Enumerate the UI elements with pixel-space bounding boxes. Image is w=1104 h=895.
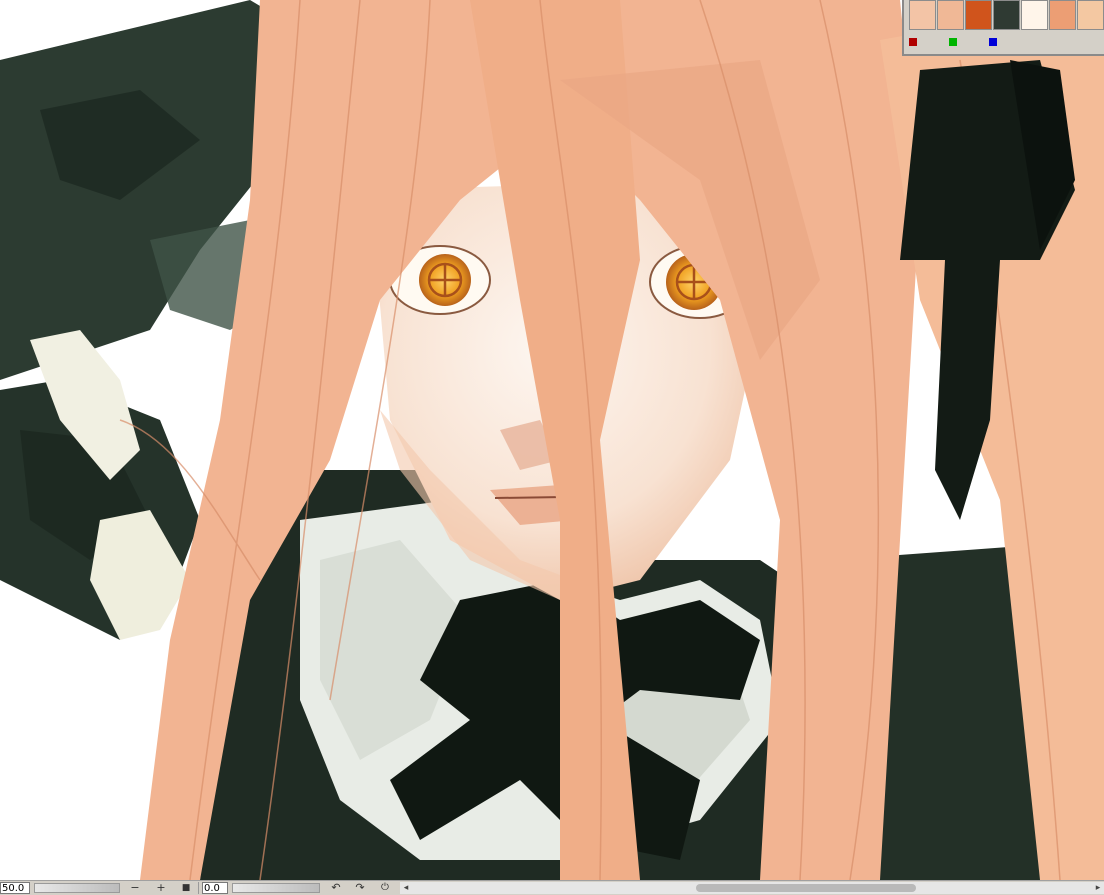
- rotate-right-button[interactable]: ↷: [351, 881, 369, 895]
- swatch-burnt-orange[interactable]: [965, 0, 992, 30]
- red-marker-icon[interactable]: [909, 38, 917, 46]
- swatch-salmon[interactable]: [1049, 0, 1076, 30]
- zoom-in-button[interactable]: +: [152, 881, 170, 895]
- swatch-row: [909, 0, 1104, 32]
- horizontal-scrollbar[interactable]: ◂ ▸: [400, 882, 1104, 894]
- status-bar: 50.0 − + ■ 0.0 ↶ ↷ ⏻ ◂ ▸: [0, 880, 1104, 895]
- swatch-tan-peach[interactable]: [1077, 0, 1104, 30]
- rotate-left-button[interactable]: ↶: [327, 881, 345, 895]
- scroll-right-icon[interactable]: ▸: [1092, 882, 1104, 894]
- rotation-slider[interactable]: [232, 883, 320, 893]
- reset-rotation-button[interactable]: ⏻: [376, 881, 394, 895]
- rgb-marker-row: [909, 38, 1099, 48]
- swatch-light-peach[interactable]: [909, 0, 936, 30]
- color-palette-panel: [902, 0, 1104, 56]
- rotation-value-field[interactable]: 0.0: [202, 882, 228, 894]
- swatch-peach[interactable]: [937, 0, 964, 30]
- separator: [198, 882, 199, 894]
- scrollbar-thumb[interactable]: [696, 884, 916, 892]
- scroll-left-icon[interactable]: ◂: [400, 882, 412, 894]
- zoom-out-button[interactable]: −: [126, 881, 144, 895]
- blue-marker-icon[interactable]: [989, 38, 997, 46]
- swatch-ivory[interactable]: [1021, 0, 1048, 30]
- zoom-value-field[interactable]: 50.0: [0, 882, 30, 894]
- stop-button[interactable]: ■: [177, 881, 195, 895]
- green-marker-icon[interactable]: [949, 38, 957, 46]
- zoom-slider[interactable]: [34, 883, 120, 893]
- swatch-dark-green[interactable]: [993, 0, 1020, 30]
- painting-canvas[interactable]: [0, 0, 1104, 880]
- artwork-illustration: [0, 0, 1104, 880]
